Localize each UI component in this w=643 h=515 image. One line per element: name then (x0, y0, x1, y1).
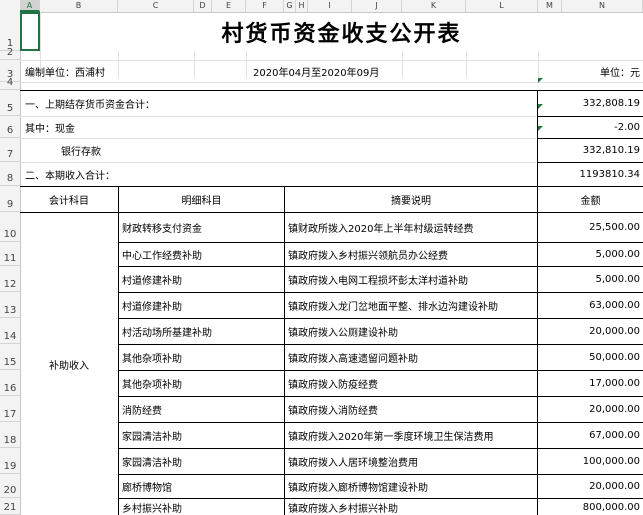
cash-value[interactable]: -2.00 (538, 117, 643, 138)
prev-total-label: 一、上期结存货币资金合计： (25, 100, 155, 111)
gridline (246, 51, 247, 78)
column-header-m[interactable]: M (538, 0, 562, 12)
row-header-6[interactable]: 6 (0, 116, 20, 138)
column-header-a[interactable]: A (20, 0, 40, 12)
report-title: 村货币资金收支公开表 (221, 20, 462, 47)
gridline (194, 51, 195, 78)
gridline (466, 51, 467, 78)
amount-cell: 5,000.00 (595, 274, 640, 285)
summary-cell: 镇政府拨入龙门岔地面平整、排水边沟建设补助 (288, 302, 498, 313)
summary-cell: 镇政府拨入消防经费 (288, 406, 378, 417)
amount-cell: 20,000.00 (589, 326, 640, 337)
row-header-9[interactable]: 9 (0, 186, 20, 212)
prev-total-value[interactable]: 332,808.19 (538, 91, 643, 116)
row-header-12[interactable]: 12 (0, 266, 20, 292)
amount-cell: 5,000.00 (595, 249, 640, 260)
detail-cell: 乡村振兴补助 (122, 503, 182, 515)
detail-cell: 村道修建补助 (122, 276, 182, 287)
row-header-21[interactable]: 21 (0, 498, 20, 515)
bank-value[interactable]: 332,810.19 (538, 139, 643, 162)
column-header-j[interactable]: J (352, 0, 402, 12)
row-header-13[interactable]: 13 (0, 292, 20, 318)
summary-cell: 镇政府拨入2020年第一季度环境卫生保洁费用 (288, 432, 494, 443)
amount-cell: 20,000.00 (589, 481, 640, 492)
row-header-7[interactable]: 7 (0, 138, 20, 162)
row-header-15[interactable]: 15 (0, 344, 20, 370)
report-currency-label: 单位：元 (600, 68, 640, 79)
summary-cell: 镇政府拨入廊桥博物馆建设补助 (288, 483, 428, 494)
row-header-19[interactable]: 19 (0, 448, 20, 474)
detail-cell: 消防经费 (122, 406, 162, 417)
summary-cell: 镇政府拨入高速遗留问题补助 (288, 354, 418, 365)
column-header-n[interactable]: N (562, 0, 643, 12)
amount-cell: 17,000.00 (589, 378, 640, 389)
column-header-d[interactable]: D (194, 0, 212, 12)
row-header-2[interactable]: 2 (0, 47, 20, 60)
row-header-16[interactable]: 16 (0, 370, 20, 396)
summary-cell: 镇政府拨入乡村振兴补助 (288, 503, 398, 515)
row-header-4[interactable]: 4 (0, 77, 20, 90)
column-header-b[interactable]: B (40, 0, 118, 12)
header-amount: 金额 (580, 196, 601, 207)
detail-cell: 中心工作经费补助 (122, 251, 202, 262)
summary-cell: 镇政府拨入公厕建设补助 (288, 328, 398, 339)
summary-cell: 镇政府拨入电网工程损坏彭太洋村道补助 (288, 276, 468, 287)
column-header-f[interactable]: F (246, 0, 284, 12)
row-header-17[interactable]: 17 (0, 396, 20, 422)
row-header-1[interactable]: 1 (0, 12, 20, 51)
report-unit-label: 编制单位：西浦村 (25, 68, 105, 79)
column-header-i[interactable]: I (308, 0, 352, 12)
detail-cell: 村活动场所基建补助 (122, 328, 212, 339)
row-header-11[interactable]: 11 (0, 242, 20, 266)
amount-cell: 800,000.00 (582, 501, 640, 513)
header-account: 会计科目 (49, 196, 89, 207)
summary-cell: 镇财政所拨入2020年上半年村级运转经费 (288, 224, 474, 235)
amount-cell: 67,000.00 (589, 430, 640, 441)
category-cell[interactable]: 补助收入 (20, 213, 118, 515)
detail-cell: 其他杂项补助 (122, 354, 182, 365)
cash-label: 其中：现金 (25, 124, 75, 135)
cell-indicator-icon (538, 78, 543, 83)
row-header-5[interactable]: 5 (0, 90, 20, 116)
detail-cell: 其他杂项补助 (122, 380, 182, 391)
column-header-h[interactable]: H (296, 0, 308, 12)
detail-cell: 廊桥博物馆 (122, 483, 172, 494)
column-header-g[interactable]: G (284, 0, 296, 12)
column-header-k[interactable]: K (402, 0, 466, 12)
report-period: 2020年04月至2020年09月 (253, 68, 380, 79)
detail-cell: 财政转移支付资金 (122, 224, 202, 235)
row-header-bar: 1 2 3 4 5 6 7 8 9 10 11 12 13 14 15 16 1… (0, 12, 21, 515)
detail-cell: 家园清洁补助 (122, 458, 182, 469)
amount-cell: 63,000.00 (589, 300, 640, 311)
gridline (20, 82, 643, 83)
amount-cell: 100,000.00 (582, 456, 640, 467)
summary-cell: 镇政府拨入防疫经费 (288, 380, 378, 391)
amount-cell: 50,000.00 (589, 352, 640, 363)
row-header-18[interactable]: 18 (0, 422, 20, 448)
column-header-l[interactable]: L (466, 0, 538, 12)
summary-cell: 镇政府拨入人居环境整治费用 (288, 458, 418, 469)
row-header-10[interactable]: 10 (0, 212, 20, 242)
income-total-label: 二、本期收入合计： (25, 171, 115, 182)
amount-cell: 25,500.00 (589, 222, 640, 233)
header-summary: 摘要说明 (391, 196, 431, 207)
row-header-8[interactable]: 8 (0, 162, 20, 186)
summary-cell: 镇政府拨入乡村振兴领航员办公经费 (288, 251, 448, 262)
row-header-14[interactable]: 14 (0, 318, 20, 344)
detail-cell: 家园清洁补助 (122, 432, 182, 443)
income-total-value[interactable]: 1193810.34 (538, 163, 643, 186)
gridline (538, 51, 539, 78)
column-header-c[interactable]: C (118, 0, 194, 12)
selected-cell-a1[interactable] (20, 12, 40, 51)
amount-cell: 20,000.00 (589, 404, 640, 415)
bank-label: 银行存款 (61, 147, 101, 158)
detail-cell: 村道修建补助 (122, 302, 182, 313)
header-detail: 明细科目 (181, 196, 222, 207)
row-header-20[interactable]: 20 (0, 474, 20, 498)
column-header-e[interactable]: E (212, 0, 246, 12)
